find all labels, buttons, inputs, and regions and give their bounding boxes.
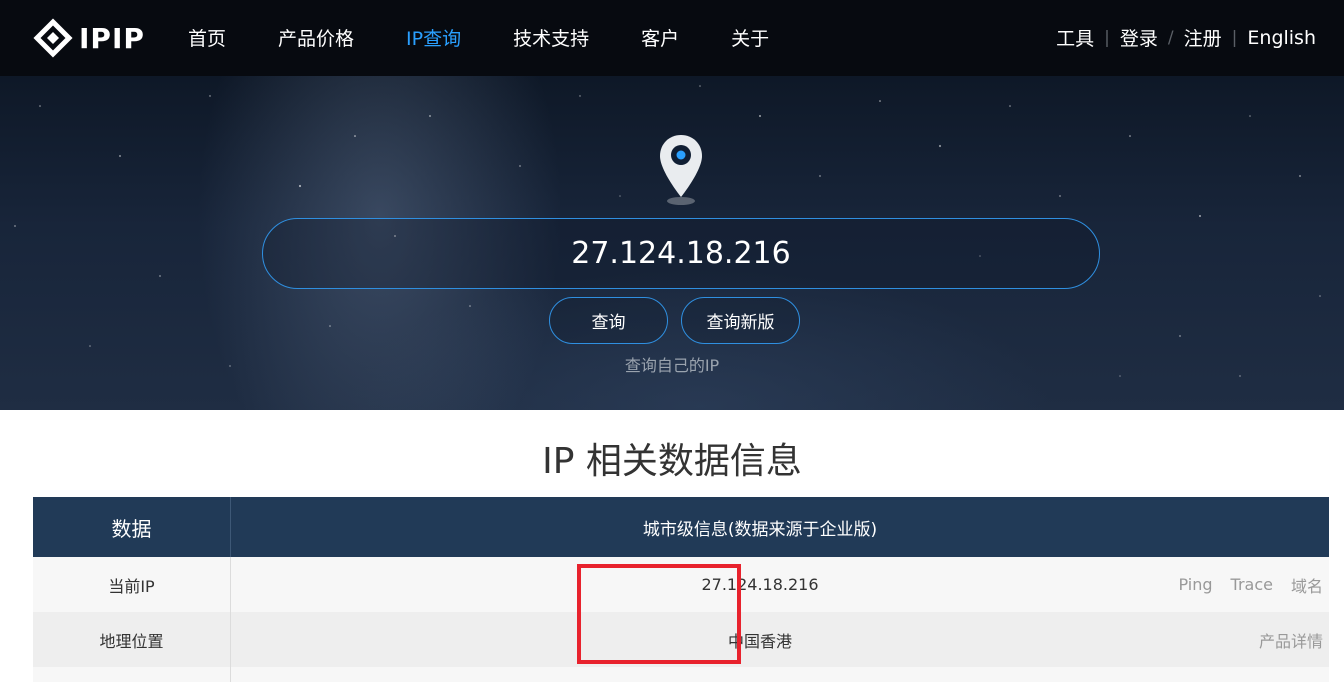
ip-search-input[interactable] (263, 236, 1099, 271)
user-nav: 工具 | 登录 / 注册 | English (1056, 24, 1316, 51)
ping-link[interactable]: Ping (1178, 575, 1212, 594)
table-header: 数据 城市级信息(数据来源于企业版) (33, 497, 1329, 557)
table-row: 当前IP 27.124.18.216 Ping Trace 域名 (33, 557, 1329, 612)
product-details-link[interactable]: 产品详情 (1259, 628, 1323, 652)
logo-mark-icon (33, 18, 73, 58)
table-row (33, 667, 1329, 682)
logo-text: IPIP (79, 21, 145, 55)
query-new-version-button[interactable]: 查询新版 (681, 297, 800, 344)
separator: | (1231, 27, 1238, 48)
location-pin-icon (660, 135, 702, 205)
row-value: 27.124.18.216 (701, 575, 819, 594)
tools-link[interactable]: 工具 (1056, 24, 1094, 51)
register-link[interactable]: 注册 (1184, 24, 1222, 51)
query-button[interactable]: 查询 (549, 297, 668, 344)
ip-data-table: 数据 城市级信息(数据来源于企业版) 当前IP 27.124.18.216 Pi… (33, 497, 1329, 682)
ip-search-box (262, 218, 1100, 289)
row-value: 中国香港 (727, 631, 792, 651)
row-label: 地理位置 (33, 612, 231, 667)
nav-item-customers[interactable]: 客户 (641, 24, 679, 51)
nav-item-support[interactable]: 技术支持 (513, 24, 589, 51)
row-label (33, 667, 231, 682)
hero-search-section: 查询 查询新版 查询自己的IP (0, 76, 1344, 410)
login-link[interactable]: 登录 (1120, 24, 1158, 51)
column-header-data: 数据 (33, 497, 231, 557)
domain-link[interactable]: 域名 (1291, 573, 1323, 597)
top-navbar: IPIP 首页 产品价格 IP查询 技术支持 客户 关于 工具 | 登录 / 注… (0, 0, 1344, 76)
nav-item-about[interactable]: 关于 (731, 24, 769, 51)
nav-item-home[interactable]: 首页 (188, 24, 226, 51)
trace-link[interactable]: Trace (1231, 575, 1273, 594)
row-actions: Ping Trace 域名 (1178, 557, 1323, 612)
column-header-city-info: 城市级信息(数据来源于企业版) (642, 519, 878, 540)
page-title: IP 相关数据信息 (542, 441, 802, 482)
table-row: 地理位置 中国香港 产品详情 (33, 612, 1329, 667)
row-value (231, 667, 1329, 682)
row-actions: 产品详情 (1259, 612, 1323, 667)
separator: | (1104, 27, 1110, 48)
main-nav: 首页 产品价格 IP查询 技术支持 客户 关于 (188, 24, 821, 51)
logo[interactable]: IPIP (33, 18, 145, 58)
query-my-ip-link[interactable]: 查询自己的IP (0, 352, 1344, 376)
english-link[interactable]: English (1247, 27, 1316, 49)
nav-item-pricing[interactable]: 产品价格 (278, 24, 354, 51)
row-label: 当前IP (33, 557, 231, 612)
separator: / (1167, 27, 1174, 48)
nav-item-ip-query[interactable]: IP查询 (406, 24, 461, 51)
